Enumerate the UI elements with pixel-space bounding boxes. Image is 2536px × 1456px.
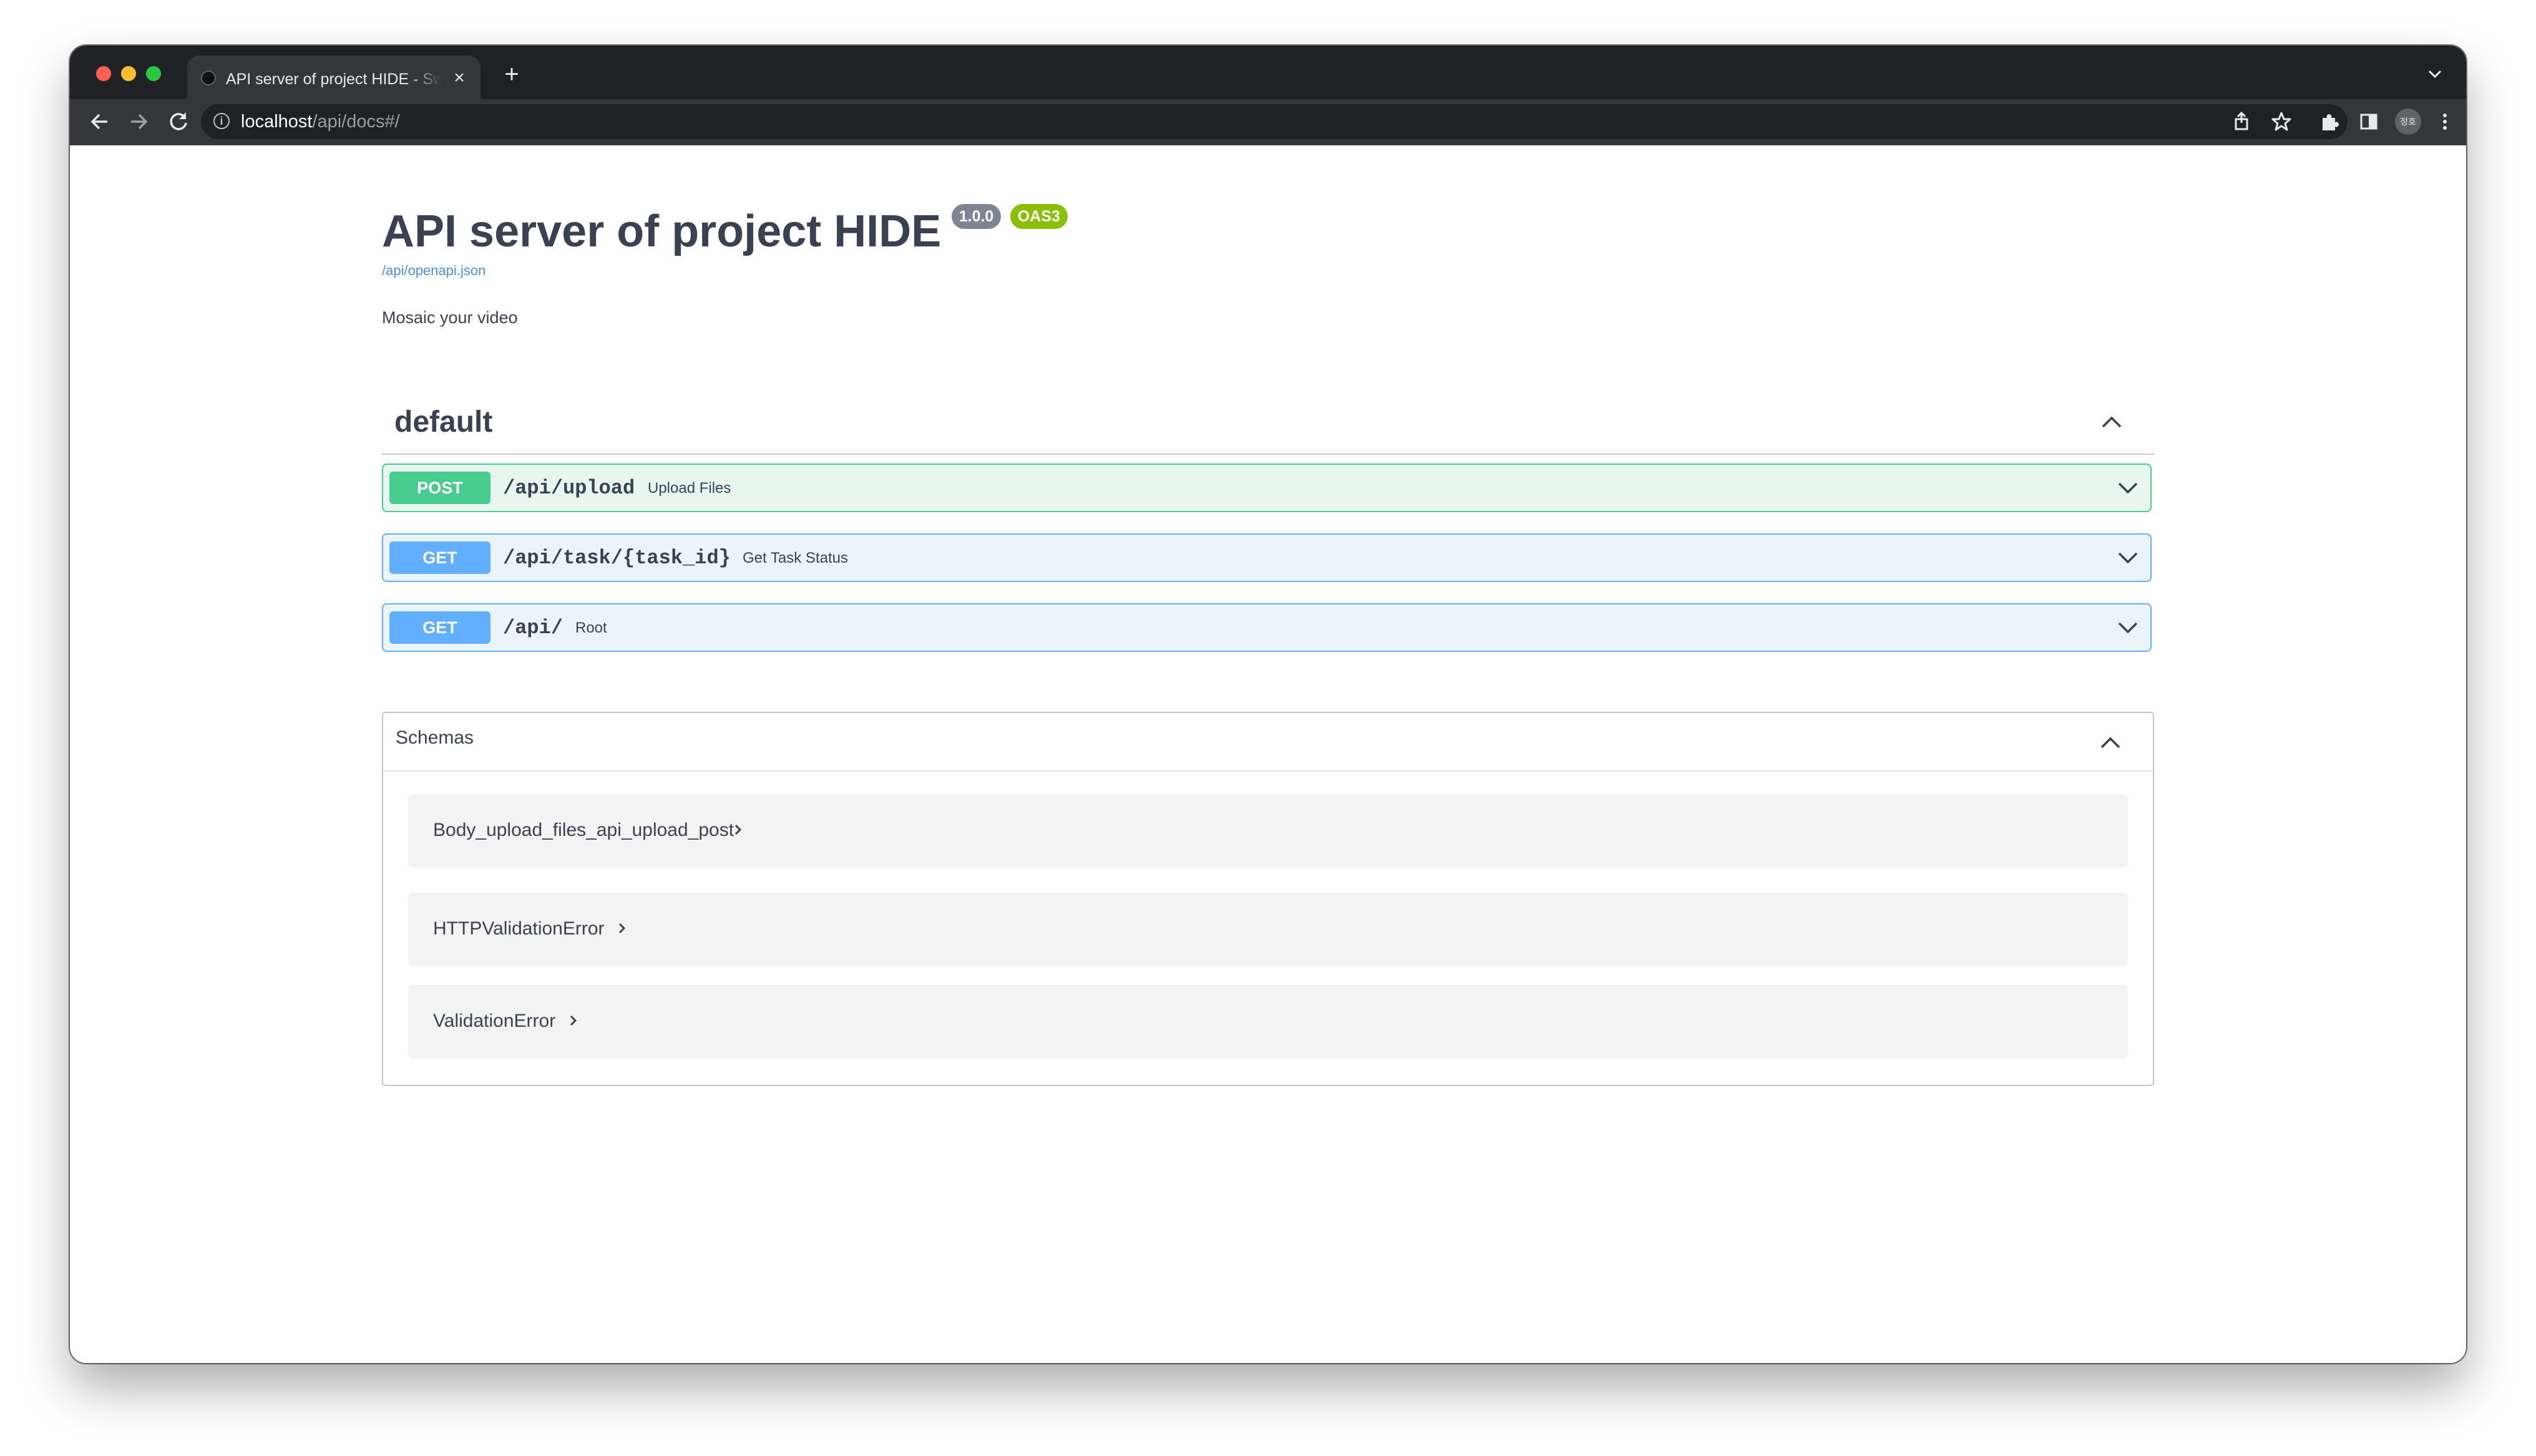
operation-path: /api/upload xyxy=(503,477,635,500)
browser-toolbar: i localhost/api/docs#/ 정호 xyxy=(70,99,2466,147)
chevron-right-icon[interactable] xyxy=(612,918,633,939)
url-text[interactable]: localhost/api/docs#/ xyxy=(241,110,400,133)
operation-get-task-status[interactable]: GET /api/task/{task_id} Get Task Status xyxy=(382,533,2152,582)
minimize-window-button[interactable] xyxy=(121,66,136,81)
tab-bar: API server of project HIDE - Swagger UI … xyxy=(70,46,2466,99)
schemas-section: Schemas Body_upload_files_api_upload_pos… xyxy=(382,712,2154,1086)
operation-get-root[interactable]: GET /api/ Root xyxy=(382,603,2152,652)
reload-icon[interactable] xyxy=(165,108,192,135)
site-info-icon[interactable]: i xyxy=(213,113,230,129)
schema-model[interactable]: HTTPValidationError xyxy=(408,893,2128,966)
api-title: API server of project HIDE xyxy=(382,206,942,256)
close-tab-icon[interactable]: × xyxy=(448,67,471,89)
tab-search-icon[interactable] xyxy=(2422,62,2447,87)
tab-title: API server of project HIDE - Swagger UI xyxy=(226,70,442,88)
schema-model[interactable]: ValidationError xyxy=(408,985,2128,1059)
method-badge-get: GET xyxy=(389,541,490,574)
chevron-right-icon[interactable] xyxy=(563,1010,584,1031)
tag-section-default[interactable]: default xyxy=(382,390,2154,455)
chevron-up-icon[interactable] xyxy=(2097,729,2124,757)
new-tab-button[interactable]: + xyxy=(499,62,524,87)
operation-summary: Upload Files xyxy=(648,480,731,497)
share-icon[interactable] xyxy=(2228,108,2255,135)
method-badge-get: GET xyxy=(389,611,490,644)
api-description: Mosaic your video xyxy=(382,308,518,327)
address-bar[interactable]: i localhost/api/docs#/ xyxy=(201,104,2348,139)
schema-model[interactable]: Body_upload_files_api_upload_post xyxy=(408,794,2128,868)
api-info-header: API server of project HIDE 1.0.0 OAS3 xyxy=(382,200,1068,269)
operation-path: /api/task/{task_id} xyxy=(503,546,731,570)
kebab-menu-icon[interactable] xyxy=(2431,108,2459,135)
tag-name: default xyxy=(394,405,493,439)
method-badge-post: POST xyxy=(389,472,490,504)
version-badge: 1.0.0 xyxy=(951,204,1002,229)
chevron-down-icon[interactable] xyxy=(2115,475,2140,500)
operation-summary: Get Task Status xyxy=(743,550,848,566)
oas-badge: OAS3 xyxy=(1010,204,1068,229)
maximize-window-button[interactable] xyxy=(146,66,161,81)
close-window-button[interactable] xyxy=(96,66,111,81)
chevron-right-icon[interactable] xyxy=(728,819,749,840)
forward-arrow-icon[interactable] xyxy=(125,108,152,135)
schema-model-name: ValidationError xyxy=(433,1011,556,1031)
schemas-title: Schemas xyxy=(396,727,474,748)
favicon-icon xyxy=(201,70,216,85)
chevron-down-icon[interactable] xyxy=(2115,615,2140,640)
schemas-header[interactable]: Schemas xyxy=(383,713,2153,772)
browser-window: API server of project HIDE - Swagger UI … xyxy=(70,46,2466,1363)
star-icon[interactable] xyxy=(2268,108,2295,135)
puzzle-icon[interactable] xyxy=(2315,108,2343,135)
operation-summary: Root xyxy=(575,619,607,636)
url-host: localhost xyxy=(241,112,313,132)
schema-model-name: HTTPValidationError xyxy=(433,918,605,939)
operation-post-upload[interactable]: POST /api/upload Upload Files xyxy=(382,463,2152,512)
side-panel-icon[interactable] xyxy=(2355,108,2382,135)
back-arrow-icon[interactable] xyxy=(86,108,114,135)
swagger-page: API server of project HIDE 1.0.0 OAS3 /a… xyxy=(70,145,2466,1363)
url-path: /api/docs#/ xyxy=(312,112,400,132)
chevron-up-icon[interactable] xyxy=(2098,409,2125,436)
openapi-json-link[interactable]: /api/openapi.json xyxy=(382,261,485,280)
chevron-down-icon[interactable] xyxy=(2115,545,2140,570)
profile-avatar[interactable]: 정호 xyxy=(2395,109,2421,135)
operation-path: /api/ xyxy=(503,616,563,639)
browser-tab-active[interactable]: API server of project HIDE - Swagger UI … xyxy=(187,56,480,99)
schema-model-name: Body_upload_files_api_upload_post xyxy=(433,820,734,840)
